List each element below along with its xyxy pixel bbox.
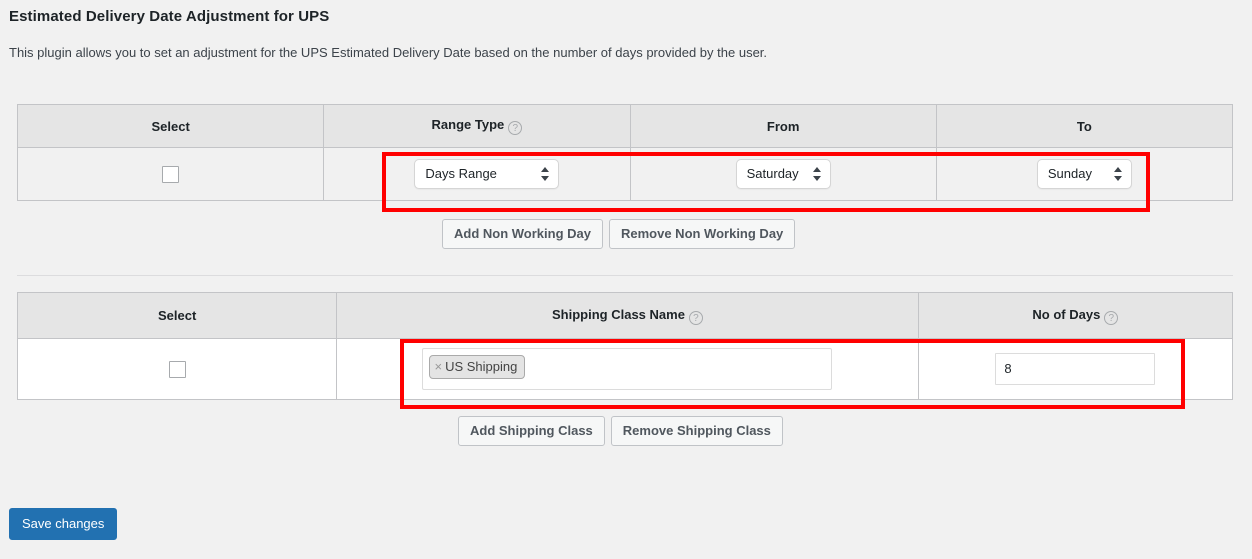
from-day-select[interactable]: Saturday [735, 159, 831, 189]
row-select-checkbox[interactable] [168, 360, 186, 378]
cell-from: Saturday [629, 147, 937, 201]
shipping-class-chip[interactable]: × US Shipping [429, 355, 526, 379]
table-row: × US Shipping 8 [16, 338, 1234, 400]
column-label: Select [157, 308, 197, 323]
column-label: Select [151, 118, 190, 134]
page-title: Estimated Delivery Date Adjustment for U… [9, 8, 330, 25]
page-description: This plugin allows you to set an adjustm… [9, 45, 768, 60]
shipping-class-table: Select Shipping Class Name? No of Days? … [16, 292, 1234, 400]
add-non-working-day-button[interactable]: Add Non Working Day [442, 219, 603, 249]
help-icon[interactable]: ? [508, 121, 523, 135]
range-type-value: Days Range [425, 166, 497, 181]
cell-range-type: Days Range [323, 147, 631, 201]
cell-select [16, 147, 325, 201]
to-day-value: Sunday [1047, 166, 1092, 181]
section-divider [17, 275, 1233, 276]
to-day-select[interactable]: Sunday [1036, 159, 1132, 189]
column-label: From [766, 118, 800, 134]
range-type-select[interactable]: Days Range [414, 159, 560, 189]
cell-select [16, 338, 338, 400]
add-shipping-class-button[interactable]: Add Shipping Class [458, 416, 605, 446]
column-header-from: From [629, 104, 937, 148]
shipping-class-multiselect[interactable]: × US Shipping [422, 348, 833, 390]
save-changes-button[interactable]: Save changes [9, 508, 118, 540]
non-working-day-button-row: Add Non Working Day Remove Non Working D… [442, 219, 796, 249]
table-header-row: Select Range Type? From To [16, 104, 1234, 148]
chevron-updown-icon [541, 166, 550, 182]
column-label: To [1076, 118, 1092, 134]
no-of-days-input[interactable]: 8 [995, 353, 1156, 385]
shipping-class-button-row: Add Shipping Class Remove Shipping Class [458, 416, 783, 446]
help-icon[interactable]: ? [1104, 310, 1119, 325]
column-header-select: Select [16, 104, 325, 148]
column-header-range-type: Range Type? [323, 104, 631, 148]
plugin-settings-page: Estimated Delivery Date Adjustment for U… [0, 0, 1252, 559]
cell-no-of-days: 8 [917, 338, 1234, 400]
help-icon[interactable]: ? [688, 310, 703, 325]
chip-label: US Shipping [445, 359, 518, 374]
non-working-days-table: Select Range Type? From To Days Range Sa… [16, 104, 1234, 201]
column-header-no-of-days: No of Days? [917, 292, 1234, 339]
column-header-shipping-class-name: Shipping Class Name? [336, 292, 919, 339]
from-day-value: Saturday [746, 166, 799, 181]
table-row: Days Range Saturday Sunday [16, 147, 1234, 201]
remove-shipping-class-button[interactable]: Remove Shipping Class [610, 416, 783, 446]
column-label: Shipping Class Name [552, 306, 685, 322]
column-label: No of Days [1032, 306, 1101, 322]
column-header-to: To [935, 104, 1234, 148]
column-header-select: Select [16, 292, 338, 339]
chevron-updown-icon [812, 166, 822, 182]
row-select-checkbox[interactable] [162, 165, 180, 183]
remove-non-working-day-button[interactable]: Remove Non Working Day [608, 219, 796, 249]
cell-to: Sunday [935, 147, 1234, 201]
column-label: Range Type [431, 117, 505, 132]
cell-shipping-class-name: × US Shipping [336, 338, 919, 400]
table-header-row: Select Shipping Class Name? No of Days? [16, 292, 1234, 339]
chevron-updown-icon [1113, 166, 1123, 182]
remove-chip-icon[interactable]: × [434, 359, 442, 374]
